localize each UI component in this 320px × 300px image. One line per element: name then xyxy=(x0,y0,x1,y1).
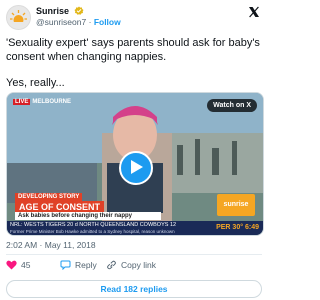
ticker-time: PER 30° 6:49 xyxy=(216,224,259,231)
tweet-timestamp[interactable]: 2:02 AM · May 11, 2018 xyxy=(6,240,96,250)
ticker-sub-text: Former Prime Minister Bob Hawke admitted… xyxy=(10,229,175,234)
play-button[interactable] xyxy=(119,151,153,185)
author-name[interactable]: Sunrise xyxy=(36,6,69,16)
author-handle-line: @sunriseon7 · Follow xyxy=(36,17,121,27)
live-location: MELBOURNE xyxy=(32,99,72,105)
tweet-text-line-2: Yes, really... xyxy=(6,77,65,89)
like-button[interactable]: 45 xyxy=(6,260,30,270)
sunrise-logo: sunrise xyxy=(217,194,255,216)
ticker-temp: PER 30° xyxy=(216,224,244,231)
developing-story-tag: DEVELOPING STORY xyxy=(15,193,83,201)
heart-icon xyxy=(6,260,17,270)
reply-icon xyxy=(60,260,71,270)
watch-on-x-button[interactable]: Watch on X xyxy=(207,99,257,112)
video-subline: Ask babies before changing their nappy xyxy=(15,212,161,220)
tweet-header: Sunrise @sunriseon7 · Follow xyxy=(6,5,262,31)
play-icon xyxy=(131,160,143,174)
divider xyxy=(6,254,262,255)
reply-button[interactable]: Reply xyxy=(60,260,97,270)
ticker-main-text: NRL: WESTS TIGERS 20 d NORTH QUEENSLAND … xyxy=(10,222,177,228)
link-icon xyxy=(107,260,116,270)
copy-link-button[interactable]: Copy link xyxy=(106,260,156,270)
video-player[interactable]: LIVE MELBOURNE Watch on X DEVELOPING STOR… xyxy=(6,92,264,236)
live-tag: LIVE xyxy=(13,99,31,105)
reply-label: Reply xyxy=(75,260,97,270)
sunrise-avatar-icon[interactable] xyxy=(6,5,31,30)
follow-button[interactable]: Follow xyxy=(94,17,121,27)
tweet-text-line-1: 'Sexuality expert' says parents should a… xyxy=(6,37,260,63)
ticker-clock: 6:49 xyxy=(244,224,259,231)
like-count: 45 xyxy=(21,260,31,270)
read-replies-button[interactable]: Read 182 replies xyxy=(6,280,262,298)
tweet-actions: 45 Reply Copy link xyxy=(6,260,262,274)
x-logo-icon[interactable] xyxy=(248,6,260,18)
news-ticker: NRL: WESTS TIGERS 20 d NORTH QUEENSLAND … xyxy=(7,221,263,235)
author-handle[interactable]: @sunriseon7 xyxy=(36,17,86,27)
copy-link-label: Copy link xyxy=(121,260,156,270)
separator-dot: · xyxy=(88,17,92,27)
live-location-badge: LIVE MELBOURNE xyxy=(13,99,71,105)
